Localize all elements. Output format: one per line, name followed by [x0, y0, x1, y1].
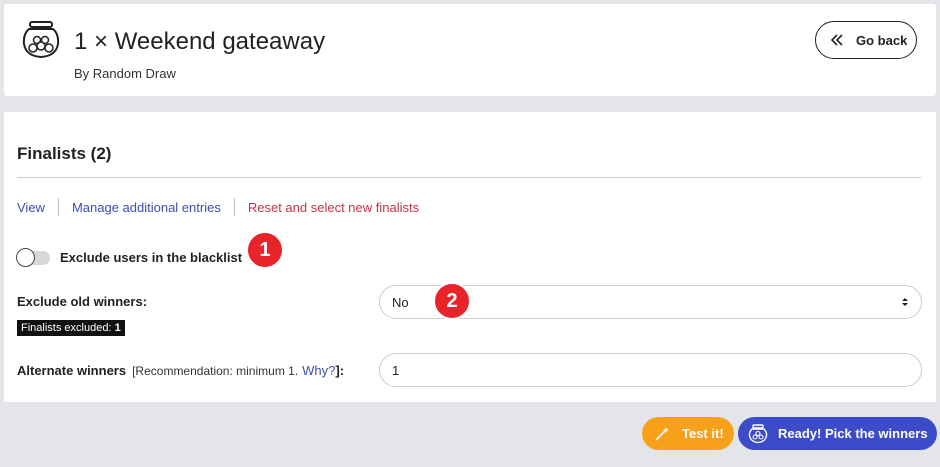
test-it-label: Test it!: [682, 426, 724, 441]
alternate-hint: [Recommendation: minimum 1.: [132, 363, 299, 378]
bowl-draw-icon: [22, 21, 60, 59]
select-arrows-icon: [902, 298, 908, 306]
go-back-button[interactable]: Go back: [815, 21, 917, 59]
page-subtitle: By Random Draw: [74, 66, 176, 81]
alternate-hint-end: ]:: [335, 363, 345, 378]
finalists-tabs: View Manage additional entries Reset and…: [17, 198, 419, 216]
magic-wand-icon: [655, 426, 669, 441]
exclude-old-winners-label: Exclude old winners:: [17, 294, 148, 309]
badge-count: 1: [114, 322, 121, 334]
alternate-winners-label: Alternate winners [Recommendation: minim…: [17, 363, 344, 378]
blacklist-toggle-row: Exclude users in the blacklist: [16, 247, 243, 267]
annotation-marker-1: 1: [246, 231, 284, 269]
tab-reset-finalists[interactable]: Reset and select new finalists: [248, 200, 419, 215]
header-card: 1 × Weekend gateaway By Random Draw Go b…: [4, 4, 936, 96]
blacklist-toggle-label: Exclude users in the blacklist: [60, 250, 243, 265]
tab-separator: [57, 198, 59, 216]
divider: [17, 177, 921, 178]
alternate-winners-input[interactable]: [379, 353, 922, 387]
pick-winners-label: Ready! Pick the winners: [778, 426, 928, 441]
why-link[interactable]: Why?: [302, 363, 335, 378]
finalists-card: Finalists (2) View Manage additional ent…: [4, 112, 936, 402]
go-back-label: Go back: [856, 32, 908, 48]
test-it-button[interactable]: Test it!: [642, 417, 734, 450]
bowl-draw-icon: [748, 423, 768, 443]
tab-manage-additional-entries[interactable]: Manage additional entries: [72, 200, 221, 215]
double-chevron-left-icon: [830, 34, 843, 46]
toggle-knob: [16, 247, 35, 267]
page-title: 1 × Weekend gateaway: [74, 28, 326, 55]
tab-view[interactable]: View: [17, 200, 45, 215]
blacklist-toggle[interactable]: [16, 247, 50, 267]
section-title: Finalists (2): [17, 144, 112, 163]
finalists-excluded-badge: Finalists excluded: 1: [17, 320, 125, 336]
badge-text: Finalists excluded:: [21, 322, 112, 334]
pick-winners-button[interactable]: Ready! Pick the winners: [738, 417, 937, 450]
alternate-label-text: Alternate winners: [17, 363, 127, 378]
annotation-marker-2: 2: [433, 282, 471, 320]
tab-separator: [233, 198, 235, 216]
